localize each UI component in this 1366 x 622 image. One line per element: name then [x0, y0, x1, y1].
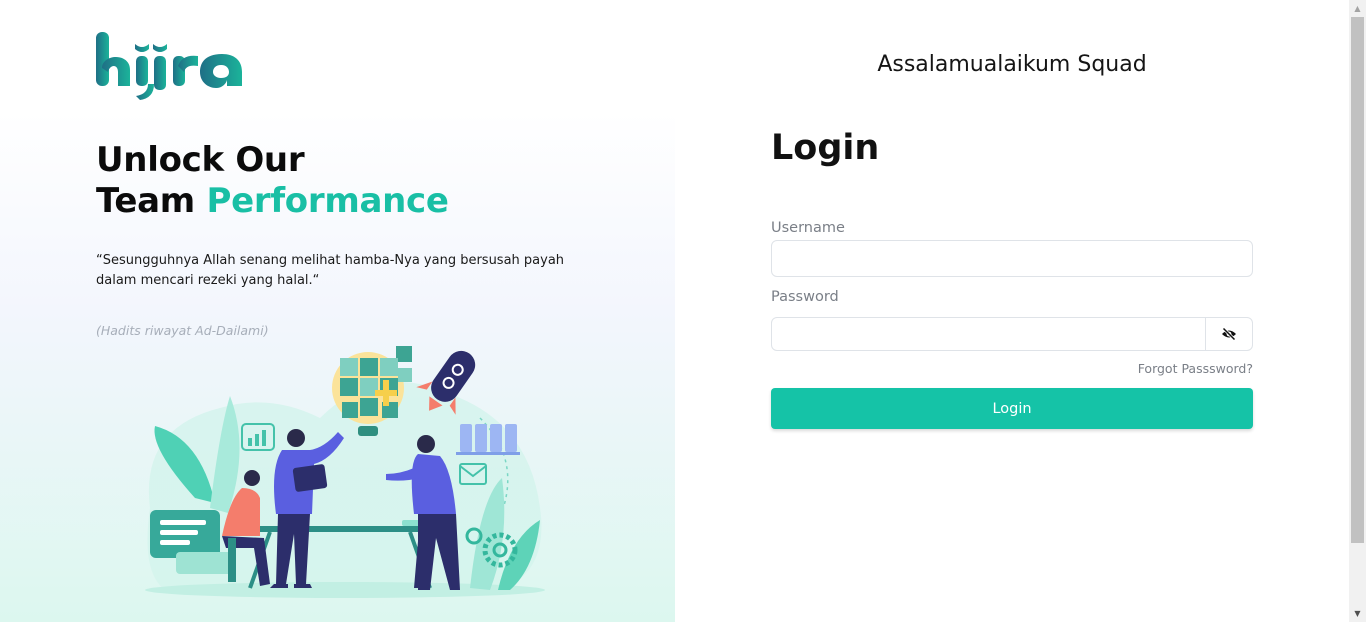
hero-headline: Unlock Our Team Performance: [96, 140, 449, 222]
forgot-password-link[interactable]: Forgot Passsword?: [1000, 361, 1253, 376]
headline-team: Team: [96, 181, 195, 221]
scroll-down-arrow-icon[interactable]: ▼: [1349, 605, 1366, 622]
password-input[interactable]: [771, 317, 1206, 351]
hadith-quote: “Sesungguhnya Allah senang melihat hamba…: [96, 253, 565, 288]
hijra-logo: [96, 32, 242, 100]
scroll-thumb[interactable]: [1351, 17, 1364, 543]
vertical-scrollbar[interactable]: ▲ ▼: [1349, 0, 1366, 622]
password-visibility-toggle[interactable]: [1205, 317, 1253, 351]
login-button[interactable]: Login: [771, 388, 1253, 429]
password-label: Password: [771, 289, 839, 305]
login-title: Login: [771, 128, 880, 168]
hero-panel: Unlock Our Team Performance “Sesungguhny…: [0, 0, 675, 622]
headline-line-1: Unlock Our: [96, 140, 305, 180]
username-input[interactable]: [771, 240, 1253, 277]
hadith-source: (Hadits riwayat Ad-Dailami): [96, 323, 269, 338]
headline-accent: Performance: [206, 181, 449, 221]
greeting-text: Assalamualaikum Squad: [877, 52, 1147, 77]
team-illustration: [145, 346, 545, 598]
headline-line-2: Team Performance: [96, 181, 449, 222]
username-label: Username: [771, 220, 845, 236]
scroll-up-arrow-icon[interactable]: ▲: [1349, 0, 1366, 17]
eye-off-icon: [1222, 327, 1236, 341]
